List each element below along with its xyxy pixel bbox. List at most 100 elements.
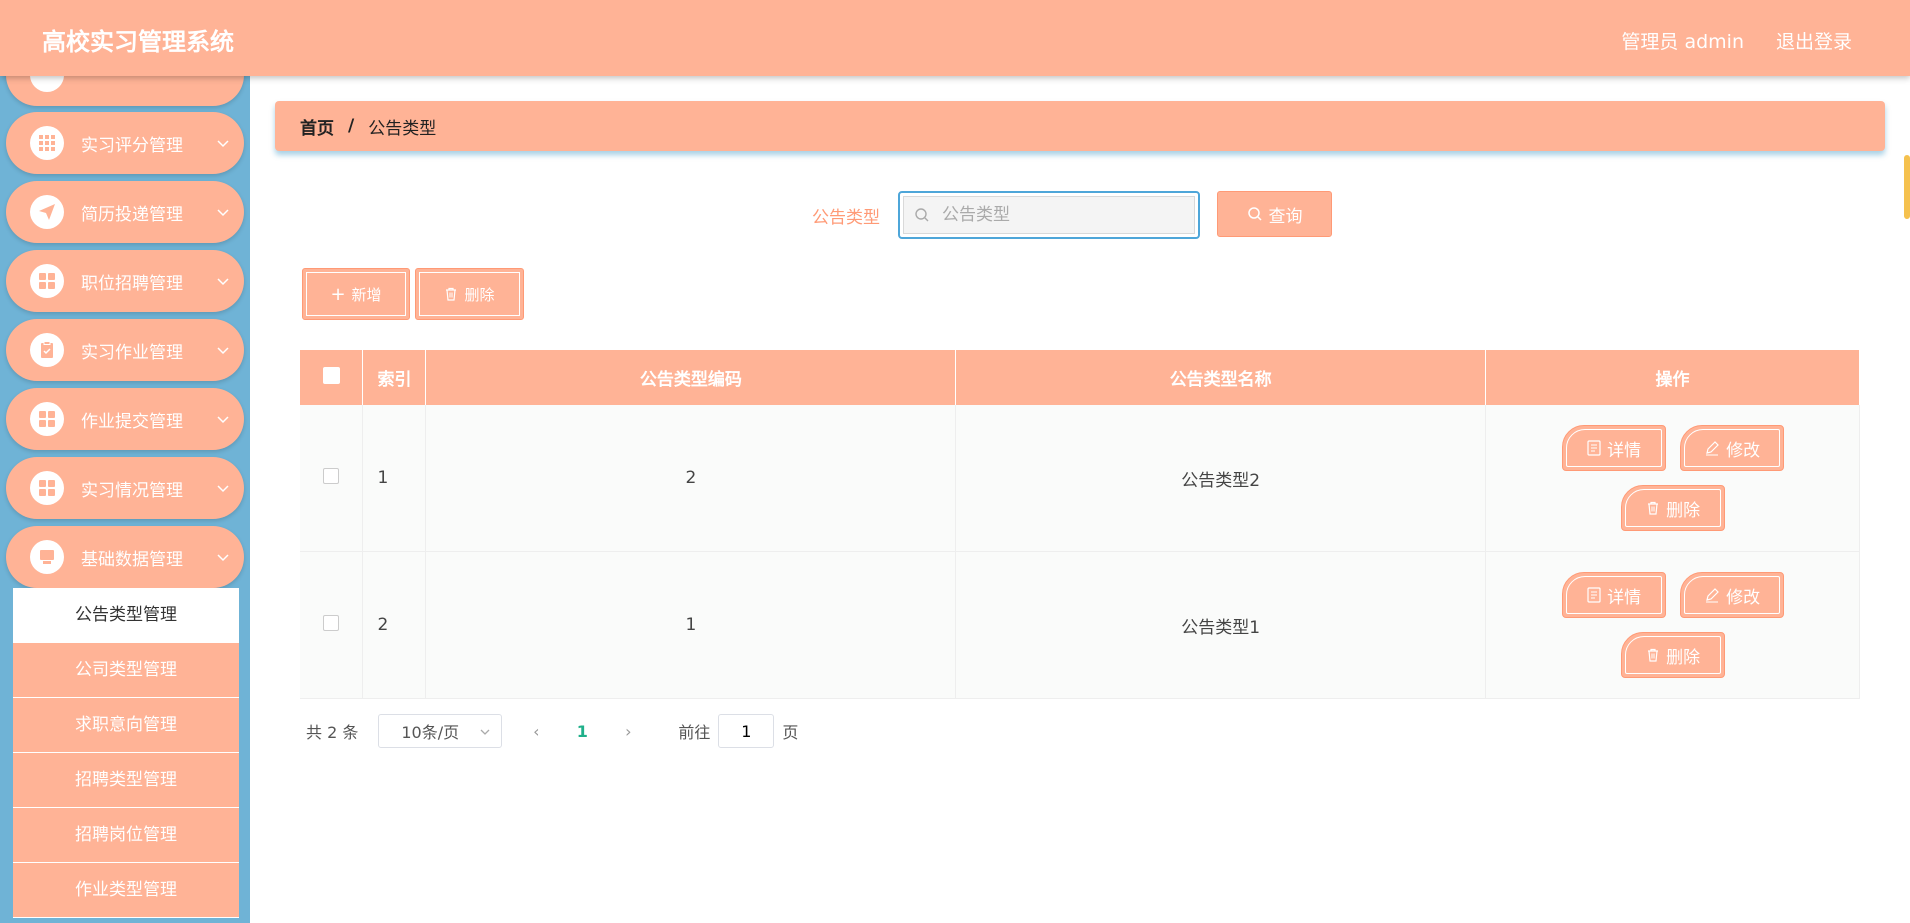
row-checkbox[interactable] — [323, 467, 340, 484]
detail-button[interactable]: 详情 — [1562, 425, 1667, 471]
batch-delete-button[interactable]: 删除 — [415, 268, 524, 320]
trash-icon — [446, 287, 457, 301]
top-header: 高校实习管理系统 管理员 admin 退出登录 — [0, 0, 1910, 76]
sidebar-item-resume[interactable]: 简历投递管理 — [6, 181, 244, 243]
clipboard-icon — [30, 333, 64, 367]
search-icon — [1247, 207, 1262, 221]
detail-label: 详情 — [1607, 440, 1642, 461]
search-field[interactable] — [898, 191, 1200, 239]
detail-label: 详情 — [1607, 587, 1642, 608]
cell-ops: 详情 修改 删除 — [1485, 405, 1860, 552]
column-header: 操作 — [1485, 350, 1860, 405]
sidebar-item-label: 职位招聘管理 — [81, 274, 183, 294]
goto-label: 前往 — [678, 723, 711, 742]
select-all-cell — [300, 350, 364, 405]
submenu-item-homework-type[interactable]: 作业类型管理 — [13, 863, 239, 918]
logout-link[interactable]: 退出登录 — [1776, 27, 1852, 54]
send-icon — [30, 195, 64, 229]
chevron-down-icon — [217, 347, 229, 355]
checkbox-cell — [300, 405, 364, 552]
sidebar-item-status[interactable]: 实习情况管理 — [6, 457, 244, 519]
row-checkbox[interactable] — [323, 614, 340, 631]
pagination: 共 2 条 10条/页 ‹ 1 › 前往 页 — [306, 714, 798, 748]
batch-delete-label: 删除 — [464, 285, 495, 304]
page-size-select[interactable]: 10条/页 — [378, 714, 503, 748]
chevron-down-icon — [217, 554, 229, 562]
sidebar-item-score[interactable]: 实习评分管理 — [6, 112, 244, 174]
pencil-icon — [1706, 441, 1719, 456]
prev-page-icon[interactable]: ‹ — [526, 722, 546, 741]
add-button-label: 新增 — [351, 285, 382, 304]
document-icon — [1587, 440, 1601, 456]
sidebar-item-homework[interactable]: 实习作业管理 — [6, 319, 244, 381]
trash-icon — [1648, 648, 1659, 662]
chevron-down-icon — [217, 485, 229, 493]
goto-page-input[interactable] — [718, 714, 775, 748]
submenu-item-company-type[interactable]: 公司类型管理 — [13, 643, 239, 698]
page-number-current[interactable]: 1 — [562, 722, 602, 741]
pencil-icon — [1706, 588, 1719, 603]
delete-button[interactable]: 删除 — [1621, 632, 1726, 678]
select-all-checkbox[interactable] — [322, 366, 340, 384]
table-row: 1 2 公告类型2 详情 修改 删除 — [300, 405, 1860, 552]
sidebar-item-basic-data[interactable]: 基础数据管理 — [6, 526, 244, 588]
chevron-down-icon — [217, 209, 229, 217]
scrollbar[interactable] — [1904, 155, 1910, 219]
cell-index: 1 — [362, 405, 427, 552]
breadcrumb-separator: / — [348, 116, 355, 136]
edit-button[interactable]: 修改 — [1680, 572, 1785, 618]
document-icon — [1587, 587, 1601, 603]
apps-icon — [30, 264, 64, 298]
query-button[interactable]: 查询 — [1217, 191, 1332, 237]
page-size-value: 10条/页 — [401, 723, 460, 742]
menu-icon — [30, 76, 64, 92]
plus-icon: + — [330, 283, 346, 305]
edit-button[interactable]: 修改 — [1680, 425, 1785, 471]
trash-icon — [1648, 501, 1659, 515]
data-table: 索引 公告类型编码 公告类型名称 操作 1 2 公告类型2 详情 修改 删除 2… — [300, 350, 1860, 699]
search-label: 公告类型 — [812, 208, 880, 228]
cell-name: 公告类型1 — [955, 551, 1487, 699]
sidebar-item-jobs[interactable]: 职位招聘管理 — [6, 250, 244, 312]
submenu-item-recruit-post[interactable]: 招聘岗位管理 — [13, 808, 239, 863]
submenu-item-job-intention[interactable]: 求职意向管理 — [13, 698, 239, 753]
sidebar: 实习评分管理 简历投递管理 职位招聘管理 实习作业管理 作业提交管理 实习情况管… — [0, 76, 250, 923]
sidebar-item-submission[interactable]: 作业提交管理 — [6, 388, 244, 450]
breadcrumb-current: 公告类型 — [368, 118, 437, 139]
chevron-down-icon — [217, 416, 229, 424]
search-icon — [915, 208, 929, 222]
grid-icon — [30, 126, 64, 160]
submenu-item-notice-type[interactable]: 公告类型管理 — [13, 588, 239, 643]
detail-button[interactable]: 详情 — [1562, 572, 1667, 618]
checkbox-cell — [300, 551, 364, 699]
add-button[interactable]: + 新增 — [302, 268, 410, 320]
cell-ops: 详情 修改 删除 — [1485, 551, 1860, 699]
breadcrumb-home[interactable]: 首页 — [300, 114, 334, 139]
chevron-down-icon — [217, 140, 229, 148]
submenu-item-recruit-type[interactable]: 招聘类型管理 — [13, 753, 239, 808]
column-header: 公告类型编码 — [425, 350, 957, 405]
edit-label: 修改 — [1726, 440, 1761, 461]
delete-label: 删除 — [1666, 647, 1701, 668]
sidebar-item-label: 作业提交管理 — [81, 412, 183, 432]
delete-label: 删除 — [1666, 500, 1701, 521]
submenu: 公告类型管理 公司类型管理 求职意向管理 招聘类型管理 招聘岗位管理 作业类型管… — [13, 588, 239, 918]
app-title: 高校实习管理系统 — [42, 28, 234, 56]
sidebar-item-label: 实习作业管理 — [81, 343, 183, 363]
breadcrumb: 首页 / 公告类型 — [275, 101, 1885, 151]
query-button-label: 查询 — [1268, 206, 1303, 227]
page-suffix: 页 — [782, 723, 799, 742]
delete-button[interactable]: 删除 — [1621, 485, 1726, 531]
user-info[interactable]: 管理员 admin — [1621, 27, 1744, 54]
column-header: 索引 — [362, 350, 427, 405]
cell-code: 1 — [425, 551, 957, 699]
table-header-row: 索引 公告类型编码 公告类型名称 操作 — [300, 350, 1860, 405]
total-count: 共 2 条 — [306, 723, 359, 742]
table-row: 2 1 公告类型1 详情 修改 删除 — [300, 551, 1860, 699]
sidebar-item-partial[interactable] — [6, 76, 244, 106]
chevron-down-icon — [480, 729, 490, 735]
sidebar-item-label: 实习情况管理 — [81, 481, 183, 501]
cell-index: 2 — [362, 551, 427, 699]
search-input[interactable] — [942, 205, 1162, 225]
next-page-icon[interactable]: › — [618, 722, 638, 741]
